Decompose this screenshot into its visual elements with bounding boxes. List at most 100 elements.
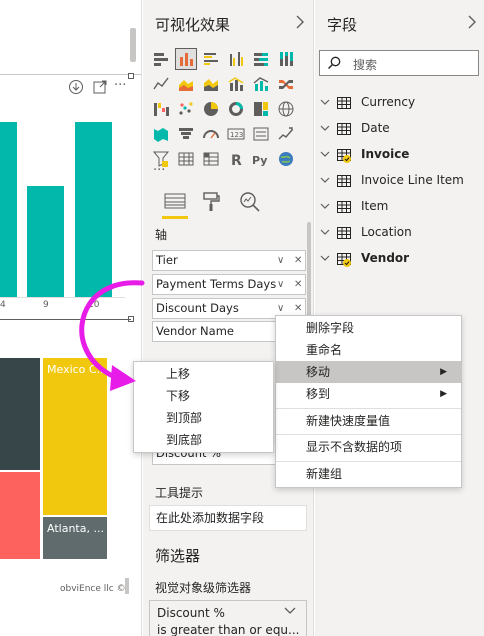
- remove-field-icon[interactable]: ✕: [294, 251, 302, 270]
- map-globe-icon[interactable]: [276, 99, 296, 119]
- analytics-magnifier-icon[interactable]: [239, 191, 261, 213]
- 100-bar-chart-icon[interactable]: [251, 49, 271, 69]
- x-tick-label: 4: [0, 300, 6, 310]
- pie-chart-icon[interactable]: [201, 99, 221, 119]
- menu-item-remove-field[interactable]: 删除字段: [276, 317, 461, 339]
- field-table-invoice-line-item[interactable]: Invoice Line Item: [315, 171, 484, 191]
- menu-item-new-group[interactable]: 新建组: [276, 463, 461, 485]
- collapse-chevron-icon[interactable]: [295, 14, 305, 30]
- stacked-bar-chart-icon[interactable]: [151, 49, 171, 69]
- chevron-down-icon[interactable]: [319, 122, 331, 134]
- treemap-label: Atlanta, ...: [47, 522, 104, 535]
- canvas-vertical-scrollbar[interactable]: [125, 578, 129, 594]
- card-icon[interactable]: 123: [226, 124, 246, 144]
- line-stacked-column-icon[interactable]: [251, 74, 271, 94]
- field-context-menu: 删除字段 重命名 移动 ▶ 移到 ▶ 新建快速度量值 显示不含数据的项 新建组: [275, 315, 462, 488]
- multi-row-card-icon[interactable]: [251, 124, 271, 144]
- ribbon-chart-icon[interactable]: [276, 74, 296, 94]
- field-table-currency[interactable]: Currency: [315, 93, 484, 113]
- chevron-down-icon[interactable]: [319, 96, 331, 108]
- chevron-down-icon[interactable]: [284, 605, 296, 615]
- menu-separator: [276, 408, 461, 409]
- clustered-column-chart-icon[interactable]: [226, 49, 246, 69]
- stacked-column-chart-icon[interactable]: [175, 48, 197, 70]
- search-icon: [327, 56, 341, 70]
- line-chart-icon[interactable]: [151, 74, 171, 94]
- table-icon[interactable]: [176, 149, 196, 169]
- funnel-chart-icon[interactable]: [176, 124, 196, 144]
- remove-field-icon[interactable]: ✕: [294, 275, 302, 294]
- field-table-invoice[interactable]: Invoice: [315, 145, 484, 165]
- arcgis-map-icon[interactable]: [276, 149, 296, 169]
- chart-bar: [75, 122, 112, 297]
- area-chart-icon[interactable]: [176, 74, 196, 94]
- menu-item-new-quick-measure[interactable]: 新建快速度量值: [276, 410, 461, 432]
- donut-chart-icon[interactable]: [226, 99, 246, 119]
- chevron-down-icon[interactable]: [319, 252, 331, 264]
- fields-tab-icon[interactable]: [164, 192, 186, 212]
- chart-bar: [27, 186, 64, 297]
- filter-card[interactable]: Discount % is greater than or equ...: [149, 600, 307, 636]
- format-paint-roller-icon[interactable]: [201, 191, 221, 213]
- matrix-icon[interactable]: [201, 149, 221, 169]
- field-table-label: Date: [361, 121, 390, 135]
- more-options-icon[interactable]: ···: [114, 78, 126, 93]
- table-icon: [336, 199, 352, 215]
- line-clustered-column-icon[interactable]: [226, 74, 246, 94]
- stacked-area-chart-icon[interactable]: [201, 74, 221, 94]
- chevron-down-icon[interactable]: [319, 174, 331, 186]
- more-visuals-icon[interactable]: ···: [153, 163, 165, 178]
- collapse-chevron-icon[interactable]: [467, 14, 477, 30]
- waterfall-chart-icon[interactable]: [151, 99, 171, 119]
- table-icon: [336, 95, 352, 111]
- filled-map-icon[interactable]: [151, 124, 171, 144]
- visual-resize-handle-top[interactable]: [128, 73, 134, 79]
- chevron-down-icon[interactable]: ∨: [277, 251, 284, 270]
- canvas-scrollbar[interactable]: [130, 28, 136, 62]
- menu-item-move-to-top[interactable]: 到顶部: [134, 407, 273, 429]
- fields-search-input[interactable]: 搜索: [319, 50, 479, 76]
- field-table-label: Invoice Line Item: [361, 173, 464, 187]
- chart-bar: [0, 122, 17, 297]
- pane-scrollbar[interactable]: [307, 222, 311, 328]
- table-icon: [336, 251, 352, 267]
- field-table-vendor[interactable]: Vendor: [315, 249, 484, 269]
- r-script-visual-icon[interactable]: R: [226, 149, 246, 169]
- tooltips-well-label: 工具提示: [155, 486, 204, 500]
- drill-down-icon[interactable]: [68, 79, 84, 95]
- axis-field-pill[interactable]: Tier ∨ ✕: [152, 250, 306, 271]
- menu-item-move-to-bottom[interactable]: 到底部: [134, 429, 273, 451]
- field-table-label: Invoice: [361, 147, 410, 161]
- axis-field-pill[interactable]: Payment Terms Days ∨ ✕: [152, 274, 306, 295]
- field-table-location[interactable]: Location: [315, 223, 484, 243]
- treemap-cell[interactable]: [0, 472, 40, 559]
- menu-item-move-to[interactable]: 移到 ▶: [276, 383, 461, 405]
- menu-item-rename[interactable]: 重命名: [276, 339, 461, 361]
- chevron-down-icon[interactable]: [319, 226, 331, 238]
- chevron-down-icon[interactable]: ∨: [277, 275, 284, 294]
- table-icon: [336, 173, 352, 189]
- field-table-item[interactable]: Item: [315, 197, 484, 217]
- chevron-down-icon[interactable]: [319, 148, 331, 160]
- python-visual-icon[interactable]: Py: [251, 149, 271, 169]
- svg-text:Py: Py: [252, 154, 267, 167]
- menu-item-move[interactable]: 移动 ▶: [276, 361, 461, 383]
- scatter-chart-icon[interactable]: [176, 99, 196, 119]
- treemap-cell[interactable]: [0, 358, 40, 470]
- kpi-icon[interactable]: [276, 124, 296, 144]
- tooltips-drop-zone[interactable]: 在此处添加数据字段: [149, 505, 307, 531]
- field-pill-label: Discount Days: [156, 301, 239, 315]
- gauge-icon[interactable]: [201, 124, 221, 144]
- visual-filters-label: 视觉对象级筛选器: [155, 581, 252, 595]
- field-table-label: Vendor: [361, 251, 410, 265]
- menu-item-show-items-no-data[interactable]: 显示不含数据的项: [276, 436, 461, 458]
- svg-text:123: 123: [230, 131, 243, 139]
- focus-mode-icon[interactable]: [92, 79, 108, 95]
- clustered-bar-chart-icon[interactable]: [201, 49, 221, 69]
- 100-column-chart-icon[interactable]: [276, 49, 296, 69]
- chevron-down-icon[interactable]: [319, 200, 331, 212]
- fields-tab-underline: [162, 216, 188, 219]
- treemap-icon[interactable]: [251, 99, 271, 119]
- treemap-cell-atlanta[interactable]: Atlanta, ...: [43, 517, 107, 559]
- field-table-date[interactable]: Date: [315, 119, 484, 139]
